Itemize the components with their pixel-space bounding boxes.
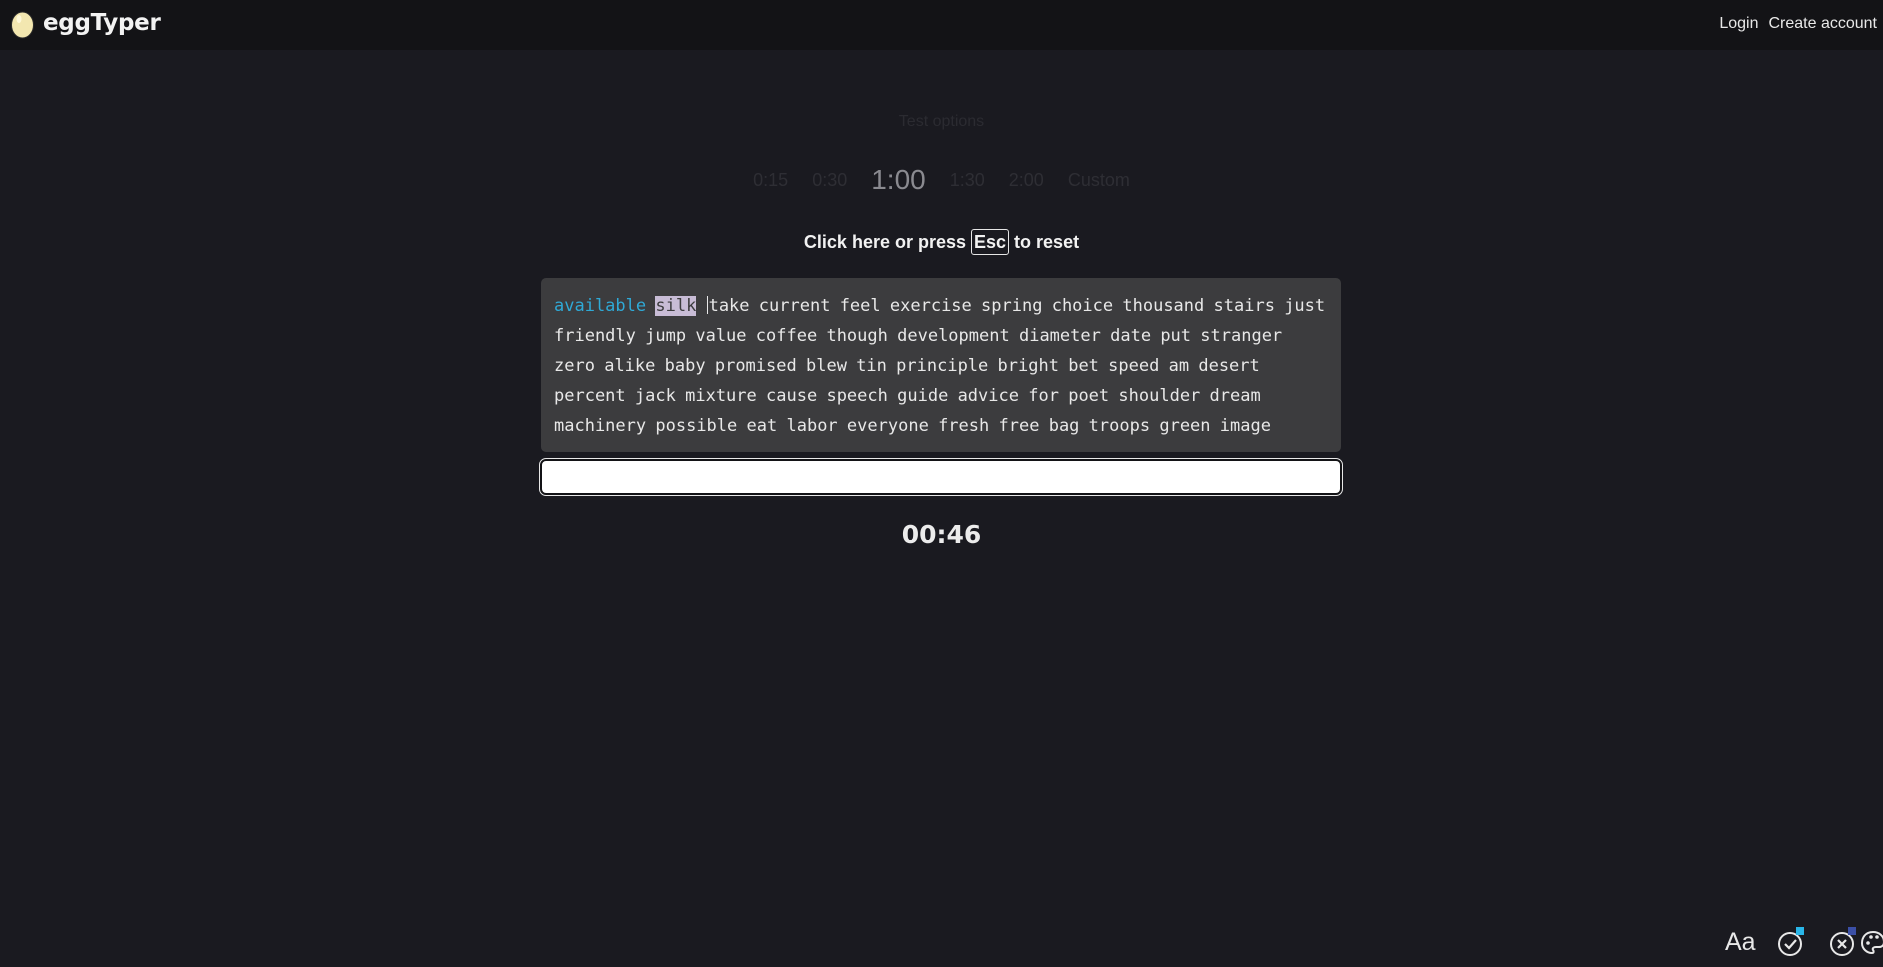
egg-icon <box>10 7 35 39</box>
current-word: silk <box>655 296 697 316</box>
upcoming-word: image <box>1219 416 1271 436</box>
esc-key: Esc <box>971 229 1010 255</box>
upcoming-word: choice <box>1051 296 1114 316</box>
upcoming-word: speech <box>826 386 888 406</box>
upcoming-word: green <box>1159 416 1211 436</box>
upcoming-word: tin <box>856 356 887 376</box>
upcoming-word: just <box>1284 296 1326 316</box>
upcoming-word: machinery <box>554 416 647 436</box>
upcoming-word: jump <box>645 326 687 346</box>
upcoming-word: value <box>695 326 747 346</box>
upcoming-word: poet <box>1068 386 1110 406</box>
reset-hint-after: to reset <box>1014 231 1080 252</box>
reset-hint-before: Click here or press <box>803 231 967 252</box>
check-circle-icon[interactable] <box>1776 926 1808 962</box>
upcoming-word: promised <box>714 356 797 376</box>
upcoming-word: shoulder <box>1118 386 1201 406</box>
upcoming-word: stairs <box>1213 296 1275 316</box>
upcoming-word: cause <box>766 386 818 406</box>
upcoming-word: friendly <box>554 326 636 346</box>
font-icon[interactable]: Aa <box>1725 928 1756 957</box>
upcoming-word: everyone <box>846 416 929 436</box>
upcoming-word: fresh <box>938 416 990 436</box>
upcoming-word: guide <box>897 386 949 406</box>
upcoming-word: dream <box>1209 386 1261 406</box>
upcoming-word: am <box>1168 356 1190 376</box>
upcoming-word: development <box>897 326 1010 346</box>
upcoming-word: for <box>1028 386 1059 406</box>
upcoming-word: principle <box>896 356 989 376</box>
upcoming-word: jack <box>634 386 676 406</box>
upcoming-word: take <box>708 296 750 316</box>
upcoming-word: put <box>1160 326 1192 346</box>
upcoming-word: possible <box>655 416 738 436</box>
brand[interactable]: eggTyper <box>10 7 161 39</box>
typing-input[interactable] <box>539 458 1343 496</box>
app-name: eggTyper <box>43 10 161 36</box>
word-list: available silk take current feel exercis… <box>554 291 1328 441</box>
upcoming-word: feel <box>839 296 881 316</box>
time-option-2-00[interactable]: 2:00 <box>1009 170 1044 191</box>
upcoming-word: bright <box>997 356 1059 376</box>
upcoming-word: bag <box>1048 416 1080 436</box>
upcoming-word: speed <box>1108 356 1160 376</box>
upcoming-word: diameter <box>1018 326 1101 346</box>
time-option-0-30[interactable]: 0:30 <box>812 170 847 191</box>
time-option-0-15[interactable]: 0:15 <box>753 170 788 191</box>
upcoming-word: current <box>758 296 831 316</box>
time-option-custom[interactable]: Custom <box>1068 170 1130 191</box>
completed-word: available <box>554 296 647 316</box>
upcoming-word: blew <box>805 356 847 376</box>
upcoming-word: percent <box>554 386 626 406</box>
upcoming-word: date <box>1110 326 1152 346</box>
upcoming-word: zero <box>554 356 595 376</box>
time-option-1-00[interactable]: 1:00 <box>871 164 926 196</box>
words-panel: available silk take current feel exercis… <box>541 278 1341 452</box>
create-account-link[interactable]: Create account <box>1768 15 1877 33</box>
upcoming-word: mixture <box>685 386 757 406</box>
upcoming-word: baby <box>664 356 706 376</box>
x-circle-icon[interactable] <box>1828 926 1860 962</box>
reset-hint[interactable]: Click here or press Esc to reset <box>0 229 1883 255</box>
upcoming-word: coffee <box>755 326 818 346</box>
upcoming-word: spring <box>981 296 1043 316</box>
upcoming-word: free <box>998 416 1040 436</box>
upcoming-word: exercise <box>889 296 972 316</box>
upcoming-word: stranger <box>1200 326 1283 346</box>
palette-icon[interactable] <box>1860 926 1883 960</box>
upcoming-word: bet <box>1068 356 1099 376</box>
upcoming-word: eat <box>746 416 778 436</box>
countdown-timer: 00:46 <box>901 520 982 549</box>
test-options-title: Test options <box>898 113 985 130</box>
upcoming-word: labor <box>786 416 838 436</box>
time-option-1-30[interactable]: 1:30 <box>950 170 985 191</box>
text-caret <box>706 296 708 314</box>
auth-links: Login Create account <box>1719 15 1877 33</box>
upcoming-word: though <box>826 326 888 346</box>
bottom-toolbar: Aa <box>1683 926 1883 962</box>
upcoming-word: thousand <box>1122 296 1205 316</box>
upcoming-word: alike <box>604 356 656 376</box>
top-bar: eggTyper Login Create account <box>0 0 1883 50</box>
upcoming-word: troops <box>1088 416 1151 436</box>
login-link[interactable]: Login <box>1719 15 1758 33</box>
time-options: 0:15 0:30 1:00 1:30 2:00 Custom <box>0 164 1883 196</box>
upcoming-word: advice <box>957 386 1019 406</box>
upcoming-word: desert <box>1198 356 1260 376</box>
